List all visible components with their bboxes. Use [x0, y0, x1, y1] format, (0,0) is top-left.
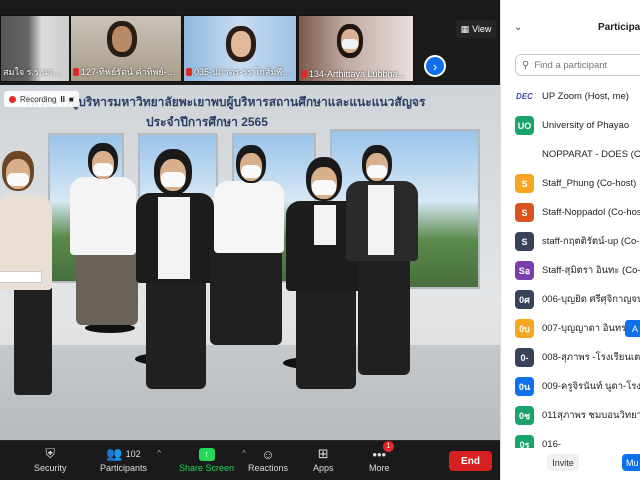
thumbnail-video[interactable]: 035-ปภาดร-รร.โกสัมพีวิท... [183, 15, 297, 82]
pause-recording-icon[interactable]: II [60, 95, 64, 104]
thumbnail-name: 134-Arthittaya Lubbha... [309, 69, 406, 79]
muted-mic-icon [73, 68, 79, 76]
chevron-down-icon[interactable]: ⌄ [514, 22, 522, 33]
participant-avatar: S [515, 232, 534, 251]
invite-button[interactable]: Invite [547, 454, 579, 471]
participant-name: 009-ครูจิรนันท์ นูดา-โรงเรียน [542, 381, 640, 392]
participants-label: Participants [100, 463, 148, 473]
participant-avatar: S [515, 174, 534, 193]
grid-icon: ▦ [460, 23, 470, 34]
security-button[interactable]: ⛨ Security [34, 445, 67, 473]
participant-name: University of Phayao [542, 120, 630, 131]
participants-panel: ⌄ Participants ⚲ DEC UP Zoom (Host, me) U… [500, 0, 640, 480]
assign-button[interactable]: A [625, 320, 640, 337]
participant-avatar: 0บ [515, 319, 534, 338]
thumbnail-name: 127-ทิพย์รัตน์ คำทิพย์-โร... [81, 67, 179, 77]
view-button[interactable]: ▦ View [456, 20, 496, 38]
chevron-up-icon[interactable]: ^ [242, 449, 246, 458]
panel-header: ⌄ Participants [501, 22, 640, 42]
more-dots-icon: ••• 1 [372, 441, 395, 463]
search-input[interactable] [534, 59, 640, 71]
share-screen-icon: ↑ [198, 447, 215, 461]
more-button[interactable]: ••• 1 More [369, 441, 395, 473]
stop-recording-icon[interactable]: ■ [69, 95, 74, 104]
reactions-label: Reactions [248, 463, 289, 473]
participant-avatar: S [515, 203, 534, 222]
participant-avatar: 0ศ [515, 290, 534, 309]
view-label: View [472, 24, 492, 34]
more-label: More [369, 463, 390, 473]
more-badge: 1 [383, 441, 395, 452]
apps-button[interactable]: ⊞ Apps [313, 445, 334, 473]
participant-row[interactable]: Sอ Staff-สุมิตรา อินทะ (Co-host) [501, 256, 640, 285]
participant-name: NOPPARAT - DOES (Co-host) [542, 149, 640, 160]
participant-row[interactable]: NOPPARAT - DOES (Co-host) [501, 140, 640, 169]
participant-name: 011สุภาพร ชมบอนวิทยาคม [542, 410, 640, 421]
participants-icon: 👥 102 [106, 446, 141, 461]
participant-name: Staff-สุมิตรา อินทะ (Co-host) [542, 265, 640, 276]
participant-avatar: UO [515, 116, 534, 135]
participant-avatar: 0น [515, 377, 534, 396]
thumbnail-name: 035-ปภาดร-รร.โกสัมพีวิท... [194, 67, 294, 77]
muted-mic-icon [186, 68, 192, 76]
participant-row[interactable]: 0ช 011สุภาพร ชมบอนวิทยาคม [501, 401, 640, 430]
participant-list: DEC UP Zoom (Host, me) UO University of Ph… [501, 82, 640, 459]
shield-icon: ⛨ [45, 446, 56, 461]
banner-subtitle: ประจำปีการศึกษา 2565 [146, 115, 268, 129]
participant-row[interactable]: 0น 009-ครูจิรนันท์ นูดา-โรงเรียน [501, 372, 640, 401]
thumbnail-strip: สมใจ ร.ร.นาบ่อค... 127-ทิพย์รัตน์ คำทิพย… [0, 15, 500, 82]
participant-name: Staff-Noppadol (Co-host) [542, 207, 640, 218]
next-page-arrow-icon[interactable]: › [424, 55, 446, 77]
zoom-meeting-window: สมใจ ร.ร.นาบ่อค... 127-ทิพย์รัตน์ คำทิพย… [0, 0, 640, 480]
participant-search[interactable]: ⚲ [515, 54, 640, 76]
participant-row[interactable]: S Staff-Noppadol (Co-host) [501, 198, 640, 227]
meeting-toolbar: ⛨ Security 👥 102 Participants ^ ↑ Share S… [0, 440, 500, 480]
end-meeting-button[interactable]: End [449, 451, 492, 471]
participant-row[interactable]: Sstaff-กฤตติรัตน์-up (Co-host) [501, 227, 640, 256]
apps-label: Apps [313, 463, 334, 473]
smiley-icon: ☺ [261, 446, 275, 462]
thumbnail-video[interactable]: 127-ทิพย์รัตน์ คำทิพย์-โร... [70, 15, 182, 82]
participant-avatar [515, 145, 534, 164]
search-icon: ⚲ [522, 59, 530, 71]
participant-row[interactable]: 0- 008-สุภาพร -โรงเรียนเตรียมอุดม [501, 343, 640, 372]
participant-avatar: 0ช [515, 406, 534, 425]
reactions-button[interactable]: ☺ Reactions [248, 445, 289, 474]
participant-avatar: DEC [516, 92, 533, 101]
banner-title: โครงการผู้บริหารมหาวิทยาลัยพะเยาพบผู้บริ… [24, 95, 426, 109]
main-video-feed: โครงการผู้บริหารมหาวิทยาลัยพะเยาพบผู้บริ… [0, 85, 500, 440]
participant-name: staff-กฤตติรัตน์-up (Co-host) [542, 236, 640, 247]
participants-button[interactable]: 👥 102 Participants ^ [100, 445, 161, 473]
thumbnail-name: สมใจ ร.ร.นาบ่อค... [3, 67, 67, 77]
recording-dot-icon [9, 95, 16, 103]
participant-row[interactable]: 0บ 007-บุญญาดา อินทรภักดิ์ A [501, 314, 640, 343]
participant-row[interactable]: S Staff_Phung (Co-host) [501, 169, 640, 198]
recording-indicator[interactable]: Recording II ■ [4, 91, 79, 107]
thumbnail-video[interactable]: สมใจ ร.ร.นาบ่อค... [0, 15, 70, 82]
participant-row[interactable]: UO University of Phayao [501, 111, 640, 140]
participant-row[interactable]: DEC UP Zoom (Host, me) [501, 82, 640, 111]
apps-icon: ⊞ [317, 446, 329, 461]
participant-name: Staff_Phung (Co-host) [542, 178, 637, 189]
chevron-up-icon[interactable]: ^ [157, 449, 161, 458]
muted-mic-icon [301, 70, 307, 78]
participants-count: 102 [125, 449, 141, 459]
participant-name: UP Zoom (Host, me) [542, 91, 629, 102]
mute-all-button[interactable]: Mu [622, 454, 640, 471]
recording-label: Recording [20, 94, 57, 104]
security-label: Security [34, 463, 67, 473]
thumbnail-video[interactable]: 134-Arthittaya Lubbha... [298, 15, 414, 82]
participant-avatar: Sอ [515, 261, 534, 280]
participant-row[interactable]: 0ศ 006-บุญยิด ศรีศุจิกาญจน์-โรงเรียน [501, 285, 640, 314]
share-screen-button[interactable]: ↑ Share Screen ^ [179, 445, 246, 473]
panel-title: Participants [598, 22, 640, 33]
participant-name: 006-บุญยิด ศรีศุจิกาญจน์-โรงเรียน [542, 294, 640, 305]
participant-avatar: 0- [515, 348, 534, 367]
share-screen-label: Share Screen [179, 463, 235, 473]
participant-name: 008-สุภาพร -โรงเรียนเตรียมอุดม [542, 352, 640, 363]
panel-footer: Invite Mu [501, 448, 640, 480]
video-area: สมใจ ร.ร.นาบ่อค... 127-ทิพย์รัตน์ คำทิพย… [0, 0, 500, 440]
